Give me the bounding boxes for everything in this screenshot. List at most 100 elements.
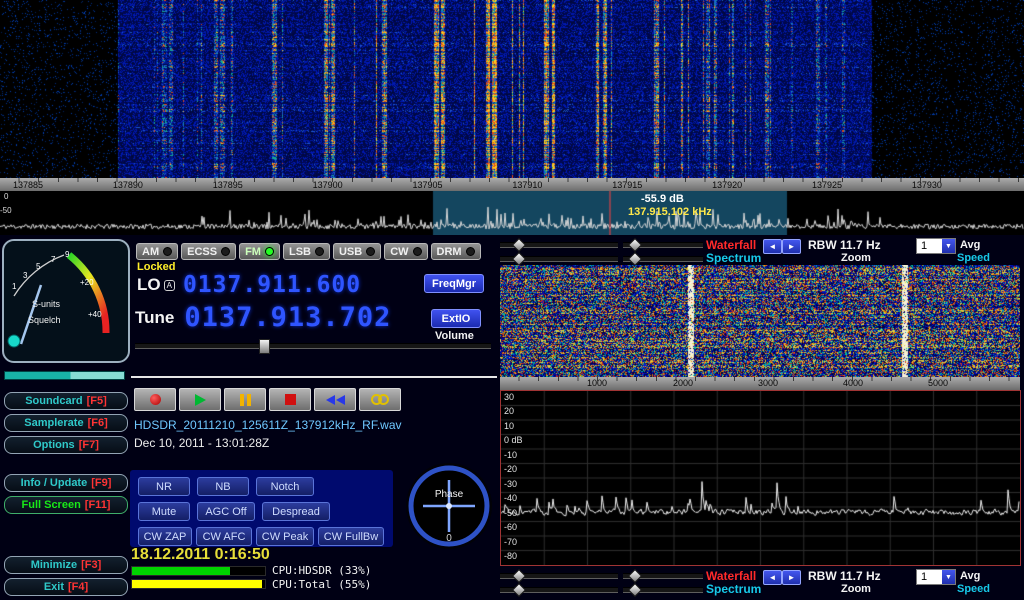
squelch-label: Squelch	[28, 315, 61, 325]
phase-indicator: Phase 0	[404, 461, 494, 551]
zoom-label: Zoom	[841, 252, 871, 264]
band-right-button[interactable]: ►	[782, 239, 801, 254]
avg-select[interactable]: 1 ▼	[916, 569, 956, 585]
slider-thumb[interactable]	[512, 569, 526, 583]
play-button[interactable]	[179, 388, 221, 411]
options-label: Options	[33, 439, 75, 451]
volume-slider-thumb[interactable]	[259, 339, 270, 354]
display-controls-top: Waterfall ◄ ► RBW 11.7 Hz 1 ▼ Avg Spectr…	[0, 238, 1024, 266]
audio-frequency-scale[interactable]: 1000 2000 3000 4000 5000	[500, 377, 1020, 390]
main-waterfall[interactable]	[0, 0, 1024, 178]
cursor-db-readout: -55.9 dB	[641, 193, 684, 205]
slider-thumb[interactable]	[512, 583, 526, 597]
soundcard-button[interactable]: Soundcard [F5]	[4, 392, 128, 410]
record-button[interactable]	[134, 388, 176, 411]
despread-button[interactable]: Despread	[262, 502, 330, 521]
spectrum-range-slider[interactable]	[623, 587, 703, 593]
rewind-icon	[325, 395, 345, 405]
record-icon	[150, 394, 161, 405]
smeter-tick-3: 3	[23, 271, 28, 280]
squelch-knob[interactable]	[8, 335, 20, 347]
db-label: 10	[504, 421, 514, 431]
cw-zap-button[interactable]: CW ZAP	[138, 527, 192, 546]
lo-label: LO	[137, 275, 161, 295]
audio-tick-label: 4000	[833, 378, 873, 388]
datetime-display: 18.12.2011 0:16:50	[131, 546, 270, 564]
full-screen-key: [F11]	[85, 499, 111, 511]
spectrum-tab[interactable]: Spectrum	[706, 251, 761, 265]
spectrum-offset-slider[interactable]	[500, 587, 618, 593]
slider-thumb[interactable]	[512, 252, 526, 266]
pause-icon	[240, 394, 251, 406]
cw-afc-button[interactable]: CW AFC	[196, 527, 252, 546]
vfo-a-badge[interactable]: A	[164, 280, 175, 291]
dsp-panel: NR NB Notch Mute AGC Off Despread CW ZAP…	[130, 470, 393, 547]
full-screen-label: Full Screen	[22, 499, 81, 511]
db-label: -80	[504, 551, 517, 561]
record-progress-line	[131, 376, 497, 378]
avg-label: Avg	[960, 570, 980, 582]
db-label: -40	[504, 493, 517, 503]
recording-filename: HDSDR_20111210_125611Z_137912kHz_RF.wav	[134, 418, 402, 432]
tune-row: Tune 0137.913.702	[135, 302, 391, 333]
soundcard-key: [F5]	[87, 395, 107, 407]
db-label: 30	[504, 392, 514, 402]
tune-label: Tune	[135, 308, 174, 328]
waterfall-tab[interactable]: Waterfall	[706, 238, 756, 252]
recording-timestamp: Dec 10, 2011 - 13:01:28Z	[134, 436, 269, 450]
overview-axis-50: -50	[0, 206, 12, 215]
avg-select[interactable]: 1 ▼	[916, 238, 956, 254]
slider-thumb[interactable]	[512, 238, 526, 252]
spectrum-offset-slider[interactable]	[500, 256, 618, 262]
spectrum-range-slider[interactable]	[623, 256, 703, 262]
audio-waterfall[interactable]	[500, 265, 1020, 377]
cw-peak-button[interactable]: CW Peak	[256, 527, 314, 546]
freqmgr-button[interactable]: FreqMgr	[424, 274, 484, 293]
extio-button[interactable]: ExtIO	[431, 309, 481, 328]
audio-tick-label: 2000	[663, 378, 703, 388]
info-update-button[interactable]: Info / Update [F9]	[4, 474, 128, 492]
mute-button[interactable]: Mute	[138, 502, 190, 521]
options-button[interactable]: Options [F7]	[4, 436, 128, 454]
audio-tick-label: 1000	[577, 378, 617, 388]
nr-button[interactable]: NR	[138, 477, 190, 496]
cw-fullbw-button[interactable]: CW FullBw	[318, 527, 384, 546]
waterfall-brightness-slider[interactable]	[500, 242, 618, 248]
rbw-label: RBW 11.7 Hz	[808, 569, 881, 583]
waterfall-contrast-slider[interactable]	[623, 242, 703, 248]
full-screen-button[interactable]: Full Screen [F11]	[4, 496, 128, 514]
samplerate-button[interactable]: Samplerate [F6]	[4, 414, 128, 432]
rewind-button[interactable]	[314, 388, 356, 411]
agc-off-button[interactable]: AGC Off	[197, 502, 255, 521]
audio-spectrum[interactable]: 30 20 10 0 dB -10 -20 -30 -40 -50 -60 -7…	[500, 390, 1021, 566]
spectrum-tab[interactable]: Spectrum	[706, 582, 761, 596]
slider-thumb[interactable]	[628, 252, 642, 266]
phase-value: 0	[446, 533, 452, 544]
nb-button[interactable]: NB	[197, 477, 249, 496]
play-icon	[195, 394, 206, 406]
db-label: -30	[504, 479, 517, 489]
tune-frequency-display[interactable]: 0137.913.702	[184, 302, 391, 333]
waterfall-tab[interactable]: Waterfall	[706, 569, 756, 583]
band-left-button[interactable]: ◄	[763, 570, 782, 585]
overview-spectrum[interactable]	[0, 191, 1024, 235]
loop-button[interactable]	[359, 388, 401, 411]
pause-button[interactable]	[224, 388, 266, 411]
lo-frequency-display[interactable]: 0137.911.600	[183, 272, 361, 298]
db-label: -50	[504, 508, 517, 518]
slider-thumb[interactable]	[628, 569, 642, 583]
select-arrow-icon: ▼	[942, 239, 955, 253]
volume-slider[interactable]	[135, 343, 491, 349]
slider-thumb[interactable]	[628, 238, 642, 252]
db-label: -20	[504, 464, 517, 474]
stop-button[interactable]	[269, 388, 311, 411]
band-left-button[interactable]: ◄	[763, 239, 782, 254]
waterfall-brightness-slider[interactable]	[500, 573, 618, 579]
audio-spectrum-canvas[interactable]	[501, 391, 1020, 565]
stop-icon	[285, 394, 296, 405]
slider-thumb[interactable]	[628, 583, 642, 597]
waterfall-contrast-slider[interactable]	[623, 573, 703, 579]
band-right-button[interactable]: ►	[782, 570, 801, 585]
notch-button[interactable]: Notch	[256, 477, 314, 496]
frequency-scale[interactable]: 137885 137890 137895 137900 137905 13791…	[0, 178, 1024, 191]
